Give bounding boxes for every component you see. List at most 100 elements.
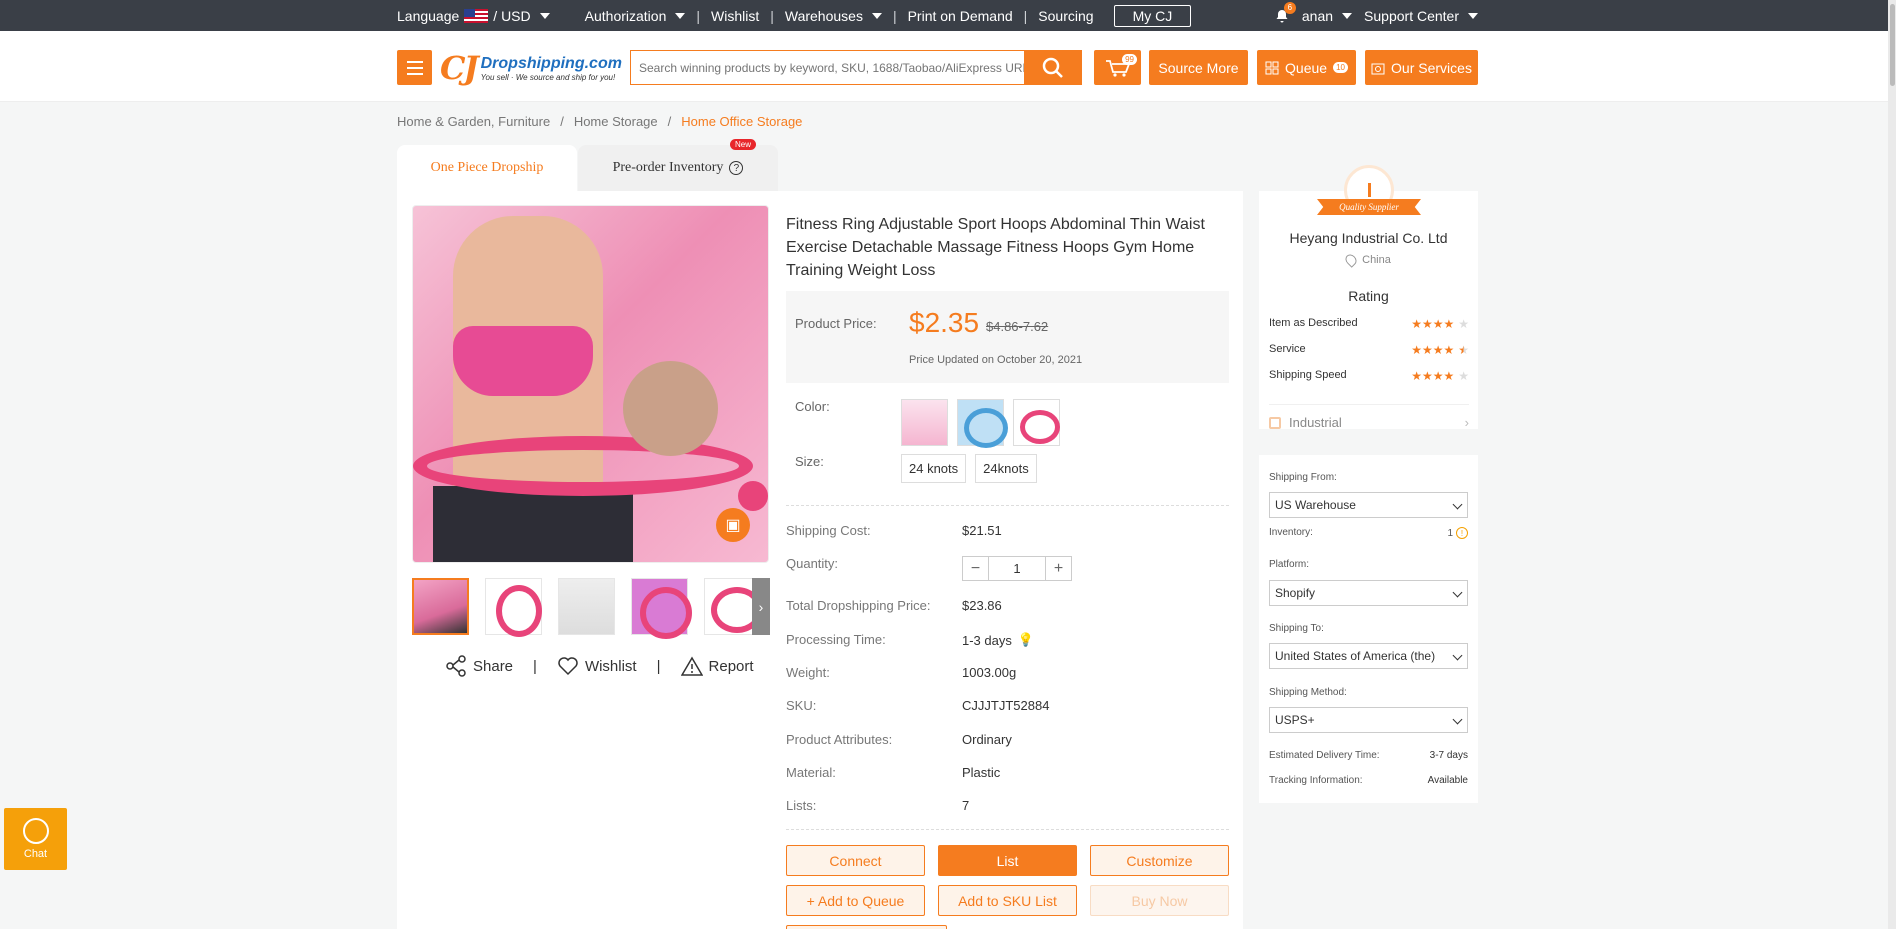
rating-row: Shipping Speed ★★★★ ★	[1269, 369, 1469, 383]
delivery-time-row: Estimated Delivery Time: 3-7 days	[1269, 750, 1468, 761]
caret-down-icon	[871, 12, 882, 19]
supplier-category-link[interactable]: Industrial ›	[1269, 404, 1469, 430]
rating-label: Shipping Speed	[1269, 369, 1347, 381]
add-to-sku-list-button[interactable]: Add to SKU List	[938, 885, 1077, 916]
info-icon[interactable]: !	[1456, 527, 1468, 539]
size-option[interactable]: 24 knots	[901, 454, 967, 483]
user-menu[interactable]: anan	[1302, 8, 1353, 24]
authorization-menu[interactable]: Authorization	[585, 8, 686, 24]
wishlist-link[interactable]: Wishlist	[711, 8, 759, 24]
decrement-button[interactable]: −	[962, 556, 989, 581]
shipping-to-value: United States of America (the)	[1275, 649, 1436, 663]
connect-button[interactable]: Connect	[786, 845, 925, 876]
share-row: Share | Wishlist | Report	[445, 655, 754, 677]
scrollbar[interactable]	[1888, 0, 1896, 929]
total-price-value: $23.86	[962, 598, 1002, 613]
price-box: Product Price: $2.35 $4.86-7.62 Price Up…	[786, 291, 1229, 383]
breadcrumb-current[interactable]: Home Office Storage	[681, 114, 802, 129]
sku-label: SKU:	[786, 698, 817, 713]
attributes-row: Product Attributes: Ordinary	[786, 732, 1229, 747]
color-swatch[interactable]	[1013, 399, 1060, 446]
thumbnail[interactable]	[558, 578, 615, 635]
our-services-button[interactable]: Our Services	[1365, 50, 1478, 85]
cart-button[interactable]: 99	[1094, 50, 1141, 85]
rating-row: Service ★★★★ ★	[1269, 343, 1469, 357]
chevron-right-icon[interactable]: ›	[752, 578, 770, 635]
notification-bell-icon[interactable]: 6	[1274, 1, 1296, 24]
support-agent-icon	[22, 818, 49, 844]
shipping-from-select[interactable]: US Warehouse	[1269, 492, 1468, 518]
share-button[interactable]: Share	[445, 655, 513, 677]
language-selector[interactable]: Language / USD	[397, 8, 550, 24]
us-flag-icon	[464, 8, 489, 23]
chat-button[interactable]: Chat	[4, 808, 67, 870]
tracking-row: Tracking Information: Available	[1269, 775, 1468, 786]
chevron-down-icon	[1452, 650, 1463, 661]
wishlist-button[interactable]: Wishlist	[557, 656, 637, 676]
platform-select[interactable]: Shopify	[1269, 580, 1468, 606]
scrollbar-thumb[interactable]	[1890, 4, 1895, 86]
shipping-method-select[interactable]: USPS+	[1269, 707, 1468, 733]
breadcrumb-item[interactable]: Home & Garden, Furniture	[397, 114, 550, 129]
thumbnail[interactable]	[631, 578, 692, 639]
logo[interactable]: CJ Dropshipping.com You sell · We source…	[440, 48, 622, 88]
color-label: Color:	[795, 399, 830, 414]
size-option[interactable]: 24knots	[975, 454, 1037, 483]
print-on-demand-link[interactable]: Print on Demand	[908, 8, 1013, 24]
chevron-down-icon	[1452, 499, 1463, 510]
price-label: Product Price:	[795, 316, 877, 331]
more-action-button[interactable]	[786, 925, 947, 929]
supplier-country: China	[1362, 254, 1391, 266]
tab-pre-order-inventory[interactable]: Pre-order Inventory ? New	[578, 139, 778, 191]
supplier-panel: Quality Supplier Heyang Industrial Co. L…	[1259, 165, 1478, 430]
increment-button[interactable]: +	[1045, 556, 1072, 581]
my-cj-button[interactable]: My CJ	[1113, 4, 1192, 27]
delivery-label: Estimated Delivery Time:	[1269, 750, 1380, 761]
top-bar: Language / USD Authorization | Wishlist …	[0, 0, 1896, 31]
add-to-queue-button[interactable]: + Add to Queue	[786, 885, 925, 916]
queue-button[interactable]: Queue 10	[1257, 50, 1356, 85]
separator: |	[1023, 7, 1028, 24]
product-main-image[interactable]: ▣	[412, 205, 769, 563]
total-price-row: Total Dropshipping Price: $23.86	[786, 598, 1229, 613]
rating-label: Service	[1269, 343, 1306, 355]
category-menu-button[interactable]	[397, 50, 432, 85]
header: CJ Dropshipping.com You sell · We source…	[0, 31, 1896, 102]
tab-one-piece-dropship[interactable]: One Piece Dropship	[397, 145, 577, 191]
warehouses-menu[interactable]: Warehouses	[785, 8, 882, 24]
list-button[interactable]: List	[938, 845, 1077, 876]
location-pin-icon	[1343, 252, 1359, 268]
thumbnail[interactable]	[485, 578, 542, 637]
customize-button[interactable]: Customize	[1090, 845, 1229, 876]
price: $2.35	[909, 307, 980, 338]
color-swatch[interactable]	[957, 399, 1008, 448]
processing-time-row: Processing Time: 1-3 days 💡	[786, 632, 1229, 648]
search-input[interactable]	[631, 51, 1057, 84]
support-center-menu[interactable]: Support Center	[1364, 8, 1478, 24]
shipping-to-select[interactable]: United States of America (the)	[1269, 643, 1468, 669]
color-swatch[interactable]	[901, 399, 948, 446]
share-icon	[446, 655, 466, 677]
supplier-name[interactable]: Heyang Industrial Co. Ltd	[1259, 230, 1478, 246]
lightbulb-icon[interactable]: 💡	[1018, 632, 1034, 648]
weight-row: Weight: 1003.00g	[786, 665, 1229, 680]
sourcing-link[interactable]: Sourcing	[1038, 8, 1093, 24]
buy-now-button[interactable]: Buy Now	[1090, 885, 1229, 916]
report-button[interactable]: Report	[680, 656, 754, 676]
shipping-from-value: US Warehouse	[1275, 498, 1356, 512]
authorization-label: Authorization	[584, 7, 667, 24]
image-search-icon[interactable]: ▣	[716, 508, 750, 542]
shipping-method-label: Shipping Method:	[1269, 687, 1347, 698]
source-more-button[interactable]: Source More	[1149, 50, 1248, 85]
breadcrumb-item[interactable]: Home Storage	[574, 114, 658, 129]
help-icon[interactable]: ?	[729, 161, 744, 175]
rating-title: Rating	[1348, 288, 1389, 304]
search-button[interactable]	[1024, 50, 1082, 85]
shipping-cost-row: Shipping Cost: $21.51	[786, 523, 1229, 538]
thumbnail[interactable]	[412, 578, 469, 635]
quantity-label: Quantity:	[786, 556, 839, 571]
tab-label: One Piece Dropship	[430, 160, 544, 175]
weight-label: Weight:	[786, 665, 830, 680]
breadcrumb: Home & Garden, Furniture / Home Storage …	[397, 114, 802, 129]
quantity-input[interactable]: 1	[989, 556, 1045, 581]
